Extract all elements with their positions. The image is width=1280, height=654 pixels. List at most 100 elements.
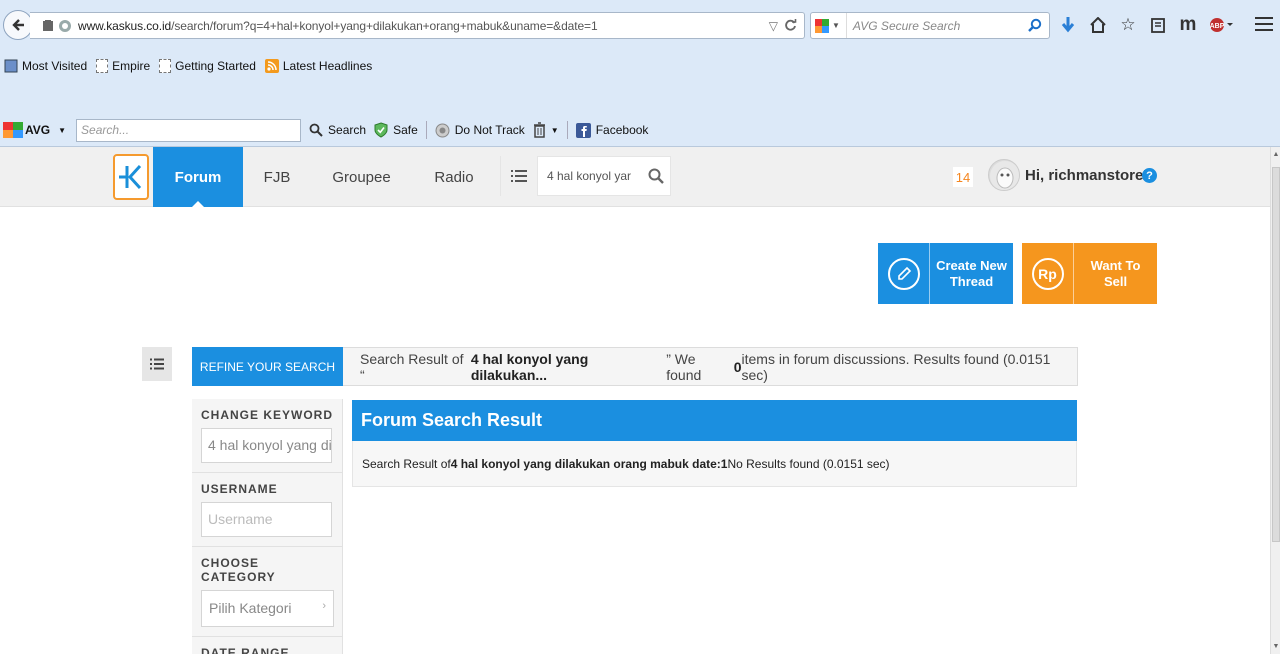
nav-fjb[interactable]: FJB <box>243 147 311 207</box>
nav-radio[interactable]: Radio <box>412 147 496 207</box>
search-engine-selector[interactable]: ▼ <box>811 13 847 38</box>
scrollbar-thumb[interactable] <box>1272 167 1280 542</box>
navigation-toolbar: www.kaskus.co.id/search/forum?q=4+hal+ko… <box>0 0 1280 52</box>
want-to-sell-label: Want To Sell <box>1090 257 1141 289</box>
facebook-button[interactable]: Facebook <box>575 122 648 138</box>
bookmark-getting-started[interactable]: Getting Started <box>159 59 259 73</box>
bookmark-label: Latest Headlines <box>282 59 373 73</box>
eye-icon <box>435 123 450 137</box>
pencil-icon <box>897 266 911 280</box>
download-icon[interactable] <box>1058 14 1078 36</box>
reload-icon[interactable] <box>784 19 797 32</box>
avg-logo-icon <box>3 122 23 138</box>
bookmarks-toolbar: Most Visited Empire Getting Started Late… <box>0 55 375 77</box>
kaskus-k-logo-icon <box>119 164 142 190</box>
url-path: /search/forum?q=4+hal+konyol+yang+dilaku… <box>171 18 598 33</box>
hamburger-menu-icon[interactable] <box>1254 14 1274 36</box>
browser-search-placeholder: AVG Secure Search <box>852 18 961 33</box>
avg-engine-icon <box>815 18 829 33</box>
category-select[interactable]: Pilih Kategori › <box>201 590 334 627</box>
avg-search-button[interactable]: Search <box>309 123 366 137</box>
help-icon[interactable]: ? <box>1142 168 1157 183</box>
m-addon-icon[interactable]: m <box>1178 14 1198 36</box>
category-section: CHOOSE CATEGORY Pilih Kategori › <box>192 547 342 637</box>
avg-toolbar: AVG ▼ Search... Search Safe Do Not Track… <box>0 117 1280 143</box>
result-suffix: No Results found (0.0151 sec) <box>727 456 890 471</box>
avg-safe-label: Safe <box>393 123 418 137</box>
site-header: Forum FJB Groupee Radio 4 hal konyol yar… <box>0 147 1270 207</box>
shield-icon <box>374 122 388 138</box>
create-new-thread-button[interactable]: Create New Thread <box>878 243 1013 304</box>
search-filter-menu-icon[interactable] <box>501 156 538 196</box>
dropdown-arrow-icon[interactable]: ▽ <box>769 19 778 33</box>
browser-search-bar[interactable]: ▼ AVG Secure Search <box>810 12 1050 39</box>
browser-chrome: www.kaskus.co.id/search/forum?q=4+hal+ko… <box>0 0 1280 147</box>
scroll-down-icon[interactable]: ▼ <box>1272 643 1280 650</box>
summary-mid: ” We found <box>666 350 702 383</box>
toolbar-divider <box>425 121 427 139</box>
site-search-input[interactable]: 4 hal konyol yar <box>538 169 642 183</box>
page-icon <box>159 59 172 73</box>
refine-search-tab[interactable]: REFINE YOUR SEARCH <box>192 347 343 386</box>
url-text[interactable]: www.kaskus.co.id/search/forum?q=4+hal+ko… <box>78 19 769 33</box>
url-bar[interactable]: www.kaskus.co.id/search/forum?q=4+hal+ko… <box>30 12 805 39</box>
avatar[interactable] <box>988 159 1020 191</box>
notification-count[interactable]: 14 <box>953 167 973 187</box>
dnt-label: Do Not Track <box>454 123 525 137</box>
chevron-right-icon: › <box>322 600 326 612</box>
rupiah-icon: Rp <box>1031 257 1064 290</box>
list-icon <box>150 358 164 370</box>
summary-suffix: items in forum discussions. Results foun… <box>741 350 1051 383</box>
bookmark-latest-headlines[interactable]: Latest Headlines <box>264 59 375 73</box>
avg-safe-button[interactable]: Safe <box>374 122 418 138</box>
page-scrollbar[interactable]: ▲ ▼ <box>1270 147 1280 654</box>
search-icon[interactable] <box>1027 18 1049 34</box>
bookmark-label: Most Visited <box>22 59 88 73</box>
nav-groupee[interactable]: Groupee <box>311 147 412 207</box>
adblock-icon[interactable]: ABP <box>1208 14 1236 36</box>
avg-logo[interactable]: AVG ▼ <box>3 122 66 138</box>
avg-search-input[interactable]: Search... <box>76 118 302 142</box>
chevron-down-icon: ▼ <box>550 125 559 135</box>
page-icon <box>96 59 109 73</box>
bookmark-label: Empire <box>112 59 151 73</box>
forum-search-result-body: Search Result of 4 hal konyol yang dilak… <box>352 441 1077 487</box>
rupiah-icon-wrap: Rp <box>1022 243 1074 304</box>
home-icon[interactable] <box>1088 14 1108 36</box>
trash-button[interactable]: ▼ <box>533 122 559 138</box>
category-value: Pilih Kategori <box>209 600 292 616</box>
keyword-section: CHANGE KEYWORD 4 hal konyol yang dil <box>192 399 342 473</box>
scroll-up-icon[interactable]: ▲ <box>1272 151 1280 158</box>
kaskus-logo[interactable] <box>113 154 149 200</box>
keyword-input[interactable]: 4 hal konyol yang dil <box>201 428 332 463</box>
username-section: USERNAME Username <box>192 473 342 547</box>
nav-forum[interactable]: Forum <box>153 147 243 207</box>
chevron-down-icon: ▼ <box>832 21 840 30</box>
most-visited-icon <box>4 59 18 73</box>
search-icon <box>309 123 323 137</box>
want-to-sell-button[interactable]: Rp Want To Sell <box>1022 243 1157 304</box>
date-range-section: DATE RANGE <box>192 637 342 654</box>
result-query: 4 hal konyol yang dilakukan orang mabuk … <box>450 456 728 471</box>
summary-query: 4 hal konyol yang dilakukan... <box>470 350 589 383</box>
do-not-track-button[interactable]: Do Not Track <box>435 123 525 138</box>
username-input[interactable]: Username <box>201 502 332 537</box>
back-button[interactable] <box>3 10 33 40</box>
result-prefix: Search Result of <box>362 456 451 471</box>
user-greeting[interactable]: Hi, richmanstore7 <box>1025 167 1152 184</box>
summary-count: 0 <box>733 358 742 375</box>
refine-panel: CHANGE KEYWORD 4 hal konyol yang dil USE… <box>192 399 343 654</box>
avg-search-label: Search <box>328 123 367 137</box>
bookmark-star-icon[interactable]: ☆ <box>1118 14 1138 36</box>
bookmark-most-visited[interactable]: Most Visited <box>4 59 90 73</box>
reading-list-icon[interactable] <box>1148 14 1168 36</box>
search-summary: Search Result of “4 hal konyol yang dila… <box>343 347 1078 386</box>
sidebar-toggle-button[interactable] <box>142 347 172 381</box>
back-arrow-icon <box>12 19 24 31</box>
rss-icon <box>264 59 279 73</box>
date-range-label: DATE RANGE <box>201 646 290 654</box>
globe-icon[interactable] <box>58 19 72 33</box>
summary-prefix: Search Result of “ <box>360 350 464 383</box>
bookmark-empire[interactable]: Empire <box>96 59 153 73</box>
site-search-button[interactable] <box>642 168 670 184</box>
